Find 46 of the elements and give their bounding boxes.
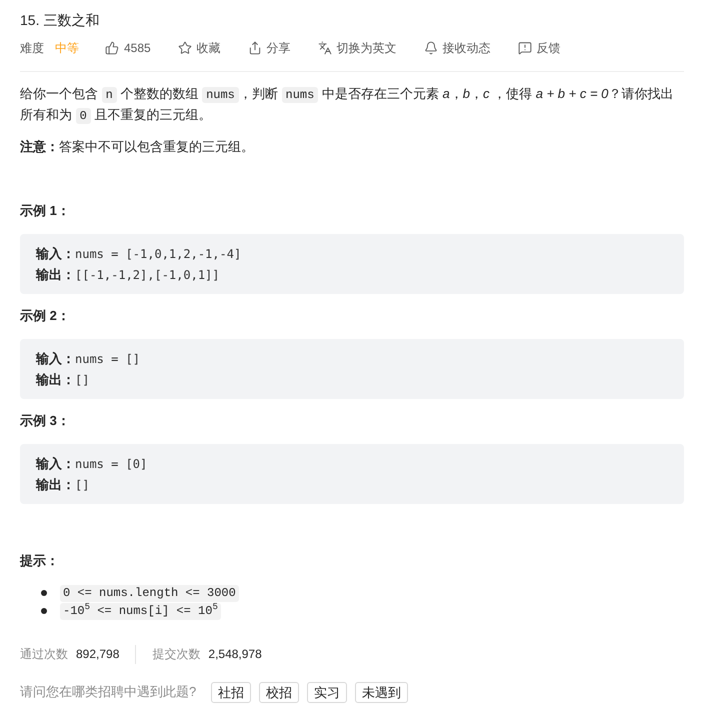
example-heading: 示例 3： xyxy=(20,412,71,430)
hint-code: -10$^{5}$ <= nums[i] <= 10$^{5}$ xyxy=(60,602,221,620)
like-button[interactable]: 4585 xyxy=(105,38,151,58)
example-label: 输出： xyxy=(36,476,75,494)
example-value: [[-1,-1,2],[-1,0,1]] xyxy=(75,266,220,284)
example-value: nums = [0] xyxy=(75,456,148,472)
example-label: 输入： xyxy=(36,244,75,263)
difficulty-level: 中等 xyxy=(55,40,79,57)
hints-heading: 提示： xyxy=(20,552,60,570)
stat-value: 2,548,978 xyxy=(208,646,262,663)
example-heading: 示例 2： xyxy=(20,307,71,325)
problem-title: 15. 三数之和 xyxy=(20,11,100,30)
feedback-button[interactable]: 反馈 xyxy=(518,38,561,58)
share-icon xyxy=(248,41,262,55)
translate-icon xyxy=(318,41,332,55)
survey-question: 请问您在哪类招聘中遇到此题? xyxy=(20,683,196,702)
star-icon xyxy=(178,41,192,55)
share-button[interactable]: 分享 xyxy=(248,38,291,58)
example-value: nums = [-1,0,1,2,-1,-4] xyxy=(75,246,242,262)
difficulty-label: 难度 xyxy=(20,40,44,57)
bullet-icon xyxy=(41,590,47,596)
example-label: 输出： xyxy=(36,370,75,389)
survey-option-button[interactable]: 社招 xyxy=(211,682,252,702)
bullet-icon xyxy=(41,608,47,614)
example-label: 输入： xyxy=(36,350,75,368)
example-label: 输出： xyxy=(36,266,75,284)
stat-label: 提交次数 xyxy=(152,646,200,663)
stat-label: 通过次数 xyxy=(20,646,68,663)
example-heading: 示例 1： xyxy=(20,202,71,220)
survey-option-button[interactable]: 实习 xyxy=(307,682,348,702)
example-label: 输入： xyxy=(36,454,75,473)
survey-option-button[interactable]: 校招 xyxy=(259,682,300,702)
example-value: nums = [] xyxy=(75,350,140,368)
survey-option-button[interactable]: 未遇到 xyxy=(355,682,408,702)
example-value: [] xyxy=(75,372,90,388)
note-text: 注意：答案中不可以包含重复的三元组。 xyxy=(20,138,255,156)
alert-bubble-icon xyxy=(518,41,532,55)
thumbs-up-icon xyxy=(105,41,119,55)
translate-button[interactable]: 切换为英文 xyxy=(318,38,397,58)
problem-description: 给你一个包含 n 个整数的数组 nums ，判断 nums 中是否存在三个元素 a，b，c ，使得 a + b + c = 0？请你找出所有和为 0 且不重复的三元组。 xyxy=(20,85,674,126)
bell-icon xyxy=(424,41,438,55)
subscribe-button[interactable]: 接收动态 xyxy=(424,38,491,58)
example-value: [] xyxy=(75,476,90,494)
hint-code: 0 <= nums.length <= 3000 xyxy=(60,584,239,602)
favorite-button[interactable]: 收藏 xyxy=(178,38,221,58)
stat-value: 892,798 xyxy=(76,646,120,663)
